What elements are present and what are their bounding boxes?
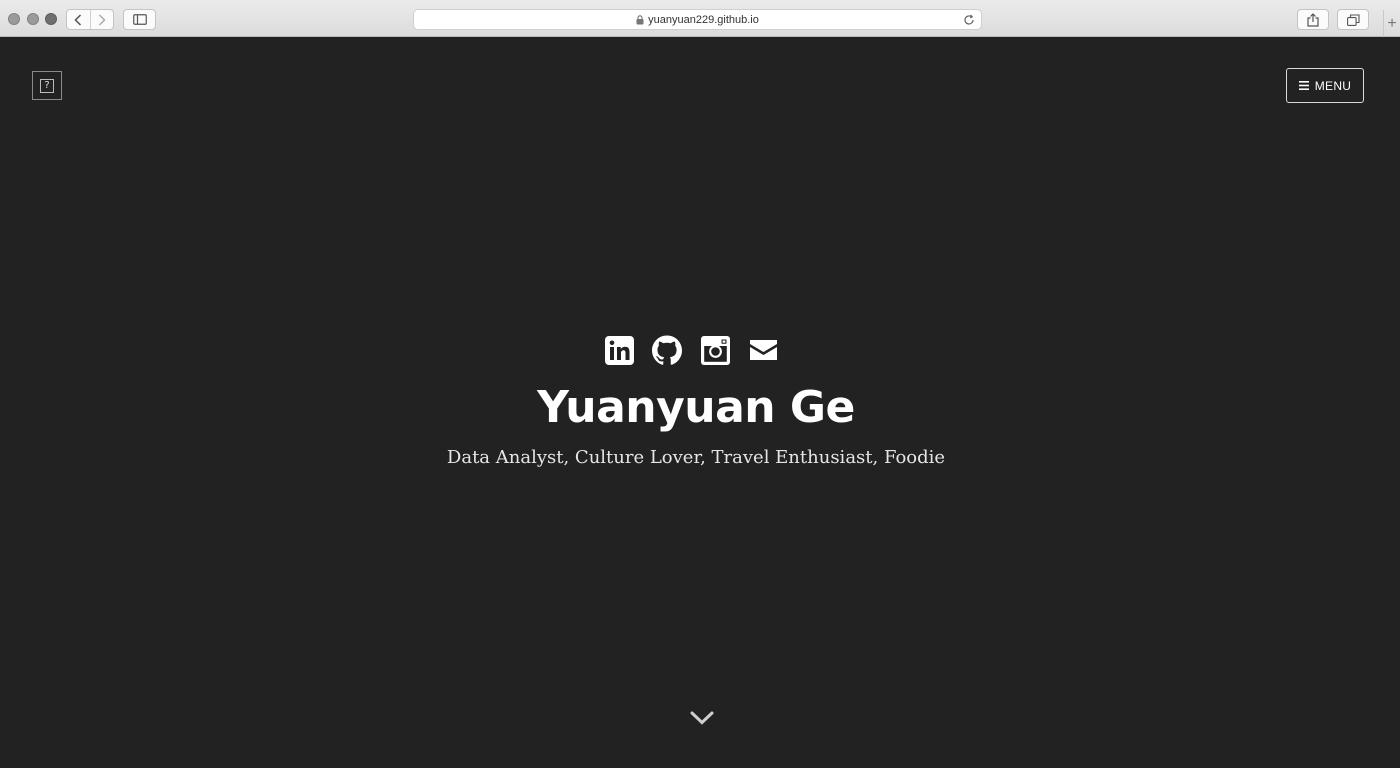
sidebar-toggle-button[interactable] (123, 9, 156, 30)
email-link[interactable] (748, 333, 778, 367)
lock-icon (636, 14, 644, 24)
browser-toolbar: yuanyuan229.github.io + (0, 0, 1400, 37)
chevron-right-icon (98, 13, 106, 26)
reload-icon (964, 14, 974, 25)
window-zoom-button[interactable] (45, 13, 57, 25)
instagram-icon (700, 335, 730, 365)
site-title: Yuanyuan Ge (537, 382, 855, 433)
page: ? MENU Yuanyuan Ge Data Analyst, Culture… (0, 37, 1400, 768)
tabs-icon (1346, 13, 1360, 26)
broken-image-icon: ? (40, 78, 54, 93)
chevron-left-icon (74, 13, 82, 26)
tabs-overview-button[interactable] (1337, 9, 1369, 30)
history-nav (66, 9, 114, 30)
scroll-down-button[interactable] (689, 709, 715, 727)
share-button[interactable] (1297, 9, 1329, 30)
email-icon (749, 340, 777, 360)
github-icon (652, 335, 682, 365)
linkedin-link[interactable] (604, 333, 634, 367)
social-links (0, 333, 1391, 367)
share-icon (1307, 12, 1319, 27)
reload-button[interactable] (963, 13, 975, 31)
menu-label: MENU (1314, 78, 1352, 93)
window-minimize-button[interactable] (27, 13, 39, 25)
new-tab-button[interactable]: + (1383, 10, 1400, 37)
linkedin-icon (604, 335, 634, 365)
address-bar[interactable]: yuanyuan229.github.io (413, 9, 982, 30)
github-link[interactable] (652, 333, 682, 367)
forward-button[interactable] (89, 10, 114, 29)
chevron-down-icon (690, 711, 714, 725)
site-tagline: Data Analyst, Culture Lover, Travel Enth… (446, 447, 946, 468)
sidebar-icon (132, 14, 147, 25)
url-text: yuanyuan229.github.io (648, 13, 759, 26)
back-button[interactable] (67, 10, 90, 29)
menu-button[interactable]: MENU (1286, 68, 1364, 103)
instagram-link[interactable] (700, 333, 730, 367)
window-close-button[interactable] (8, 13, 20, 25)
site-logo[interactable]: ? (32, 71, 62, 100)
hamburger-icon (1298, 81, 1309, 90)
